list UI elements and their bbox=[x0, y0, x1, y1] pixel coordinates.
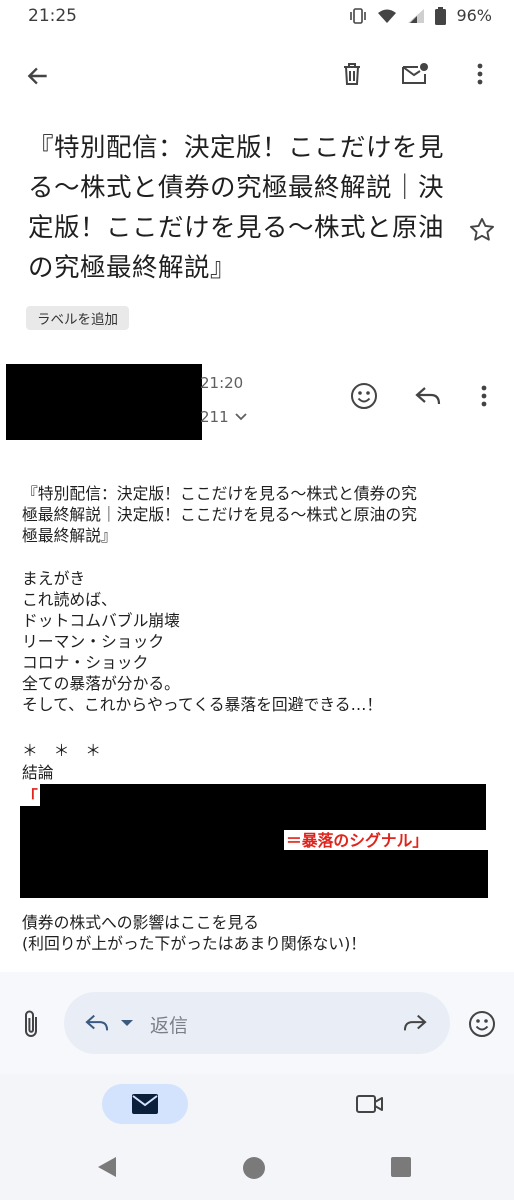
more-options-button[interactable] bbox=[458, 52, 502, 96]
signal-icon bbox=[408, 8, 425, 23]
system-recents-button[interactable] bbox=[388, 1154, 414, 1180]
star-outline-icon bbox=[469, 217, 495, 241]
recipient-details[interactable]: 211 bbox=[200, 408, 247, 426]
attach-button[interactable] bbox=[12, 1004, 52, 1044]
wifi-icon bbox=[378, 9, 397, 23]
status-bar: 21:25 96% bbox=[0, 0, 514, 32]
redacted-sender-block bbox=[6, 364, 202, 440]
mark-unread-icon bbox=[402, 63, 428, 84]
reply-icon bbox=[85, 1014, 109, 1031]
reply-button[interactable] bbox=[408, 376, 448, 416]
back-button[interactable] bbox=[16, 54, 60, 98]
video-camera-icon bbox=[356, 1095, 383, 1113]
add-label-chip[interactable]: ラベルを追加 bbox=[26, 306, 129, 330]
star-button[interactable] bbox=[462, 210, 502, 250]
battery-icon bbox=[435, 6, 447, 25]
mark-unread-button[interactable] bbox=[393, 52, 437, 96]
reply-emoji-button[interactable] bbox=[462, 1004, 502, 1044]
status-icons: 96% bbox=[349, 6, 492, 25]
react-emoji-button[interactable] bbox=[344, 376, 384, 416]
conclusion-red-text: ＝暴落のシグナル」 bbox=[286, 831, 429, 850]
body-conclusion-label: 結論 bbox=[22, 763, 54, 782]
delete-button[interactable] bbox=[330, 52, 374, 96]
circle-home-icon bbox=[243, 1157, 265, 1179]
status-time: 21:25 bbox=[28, 6, 77, 26]
redaction-bar bbox=[20, 830, 284, 850]
message-more-button[interactable] bbox=[464, 376, 504, 416]
system-back-button[interactable] bbox=[92, 1152, 122, 1182]
reply-placeholder: 返信 bbox=[150, 1015, 189, 1037]
redaction-bar bbox=[20, 806, 486, 830]
system-home-button[interactable] bbox=[240, 1154, 268, 1182]
body-intro: まえがき これ読めば、 ドットコムバブル崩壊 リーマン・ショック コロナ・ショッ… bbox=[22, 569, 383, 714]
triangle-back-icon bbox=[98, 1157, 116, 1177]
body-closing: 債券の株式への影響はここを見る (利回りが上がった下がったはあまり関係ない)！ bbox=[22, 913, 367, 953]
paperclip-icon bbox=[25, 1010, 37, 1037]
nav-mail-tab[interactable] bbox=[102, 1084, 188, 1124]
redaction-bar bbox=[20, 850, 488, 898]
more-vert-icon bbox=[481, 385, 487, 407]
back-arrow-icon bbox=[27, 67, 47, 85]
redaction-bar bbox=[40, 784, 486, 806]
chevron-down-icon bbox=[235, 413, 247, 421]
mail-icon bbox=[132, 1094, 158, 1114]
forward-icon[interactable] bbox=[402, 1012, 428, 1034]
reply-icon bbox=[415, 387, 441, 405]
square-recents-icon bbox=[391, 1157, 411, 1177]
emoji-icon bbox=[351, 383, 377, 409]
dropdown-arrow-icon[interactable] bbox=[120, 1019, 134, 1027]
body-stars: ＊ ＊ ＊ bbox=[22, 741, 101, 760]
body-title: 『特別配信：決定版！ここだけを見る〜株式と債券の究 極最終解説｜決定版！ここだけ… bbox=[22, 484, 417, 545]
more-vert-icon bbox=[477, 63, 483, 85]
reply-compose-box[interactable] bbox=[64, 992, 450, 1054]
battery-percent: 96% bbox=[456, 6, 492, 25]
vibrate-icon bbox=[350, 7, 367, 24]
recipient-text: 211 bbox=[200, 408, 229, 426]
email-subject: 『特別配信：決定版！ここだけを見る〜株式と債券の究極最終解説｜決定版！ここだけを… bbox=[28, 133, 445, 283]
trash-icon bbox=[344, 63, 360, 85]
conclusion-bracket-open: 「 bbox=[22, 787, 38, 806]
nav-meet-tab[interactable] bbox=[350, 1086, 390, 1122]
sender-time: 21:20 bbox=[200, 374, 244, 392]
emoji-icon bbox=[469, 1011, 495, 1037]
